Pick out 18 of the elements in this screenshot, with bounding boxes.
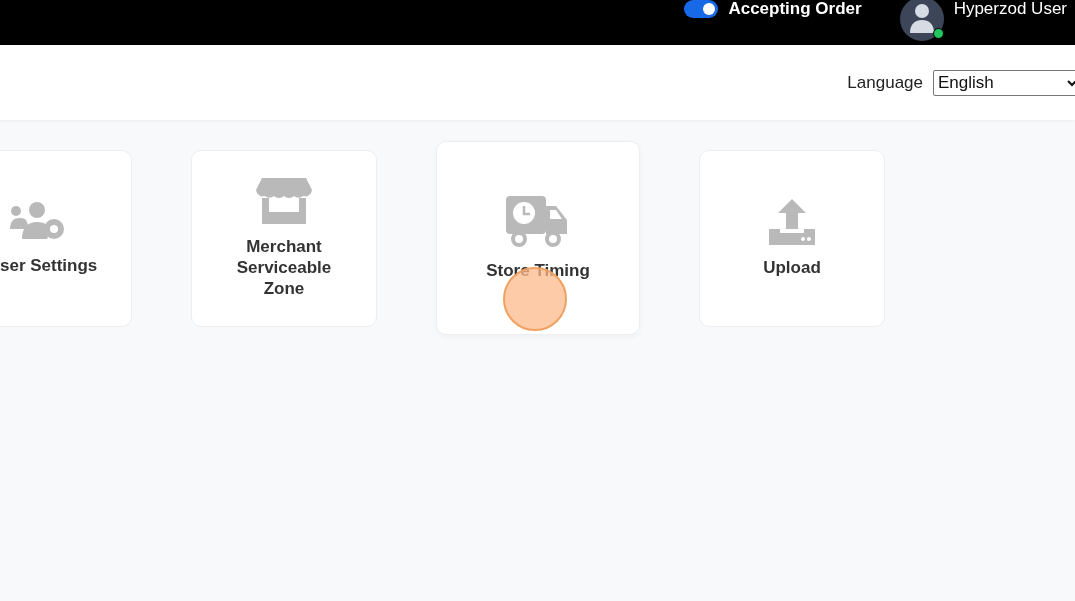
- language-select[interactable]: English: [933, 69, 1075, 96]
- settings-tile[interactable]: ser Settings: [0, 149, 132, 327]
- person-icon: [909, 2, 934, 33]
- tile-label: ser Settings: [0, 254, 98, 276]
- toggle-label: Accepting Order: [728, 0, 862, 19]
- tile-label: Merchant Serviceable Zone: [235, 235, 333, 299]
- store-icon: [256, 177, 312, 224]
- user-name[interactable]: Hyperzod User: [953, 0, 1067, 19]
- language-label: Language: [847, 72, 923, 93]
- upload-icon: [769, 198, 815, 245]
- settings-tile[interactable]: Merchant Serviceable Zone: [191, 149, 377, 327]
- avatar[interactable]: [899, 0, 944, 41]
- tile-label: Store Timing: [486, 259, 590, 281]
- settings-tile[interactable]: Upload: [699, 149, 885, 327]
- settings-tile[interactable]: Store Timing: [436, 141, 640, 335]
- toggle-switch[interactable]: [684, 0, 719, 18]
- truck-clock-icon: [506, 195, 570, 248]
- tile-label: Upload: [763, 256, 821, 278]
